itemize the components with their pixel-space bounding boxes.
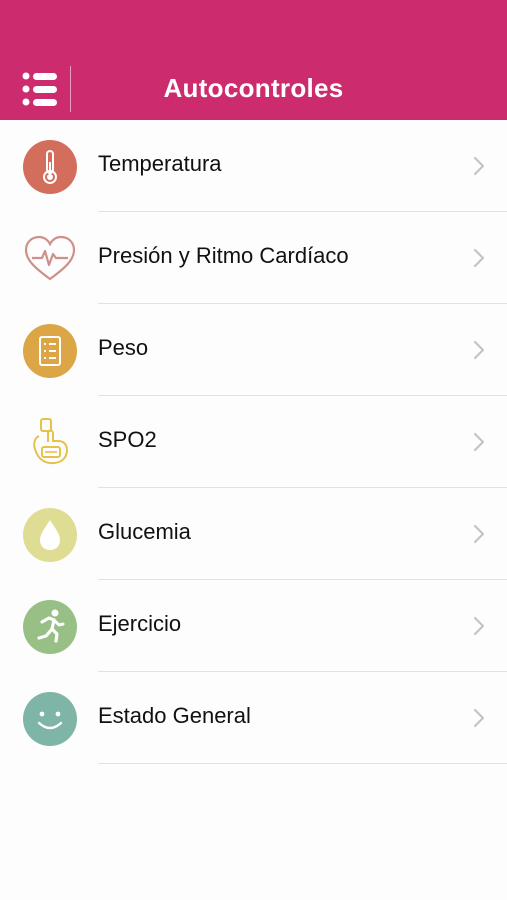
list-item-temperatura[interactable]: Temperatura xyxy=(0,120,507,212)
chevron-right-icon xyxy=(473,340,485,360)
list-item-label: Estado General xyxy=(98,703,251,728)
pulse-oximeter-icon xyxy=(33,418,68,465)
page-title: Autocontroles xyxy=(163,73,344,103)
smiley-face-icon xyxy=(23,692,77,746)
list-item-label: Presión y Ritmo Cardíaco xyxy=(98,243,349,268)
chevron-right-icon xyxy=(473,248,485,268)
list-item-label: Glucemia xyxy=(98,519,191,544)
list-item-spo2[interactable]: SPO2 xyxy=(0,396,507,488)
autocontrol-list: Temperatura Presión y Ritmo Cardíaco Pes… xyxy=(0,120,507,764)
chevron-right-icon xyxy=(473,708,485,728)
list-item-glucemia[interactable]: Glucemia xyxy=(0,488,507,580)
list-item-peso[interactable]: Peso xyxy=(0,304,507,396)
app-header: Autocontroles xyxy=(0,0,507,120)
checklist-icon xyxy=(23,324,77,378)
list-item-ejercicio[interactable]: Ejercicio xyxy=(0,580,507,672)
list-item-label: Ejercicio xyxy=(98,611,182,636)
chevron-right-icon xyxy=(473,156,485,176)
thermometer-icon xyxy=(23,140,77,194)
chevron-right-icon xyxy=(473,616,485,636)
list-item-label: Temperatura xyxy=(98,151,222,176)
list-item-label: SPO2 xyxy=(98,427,157,452)
heart-pulse-icon xyxy=(24,235,76,281)
list-item-presion[interactable]: Presión y Ritmo Cardíaco xyxy=(0,212,507,304)
row-separator xyxy=(98,763,507,764)
blood-drop-icon xyxy=(23,508,77,562)
chevron-right-icon xyxy=(473,524,485,544)
chevron-right-icon xyxy=(473,432,485,452)
list-item-estado-general[interactable]: Estado General xyxy=(0,672,507,764)
running-person-icon xyxy=(23,600,77,654)
list-item-label: Peso xyxy=(98,335,149,360)
